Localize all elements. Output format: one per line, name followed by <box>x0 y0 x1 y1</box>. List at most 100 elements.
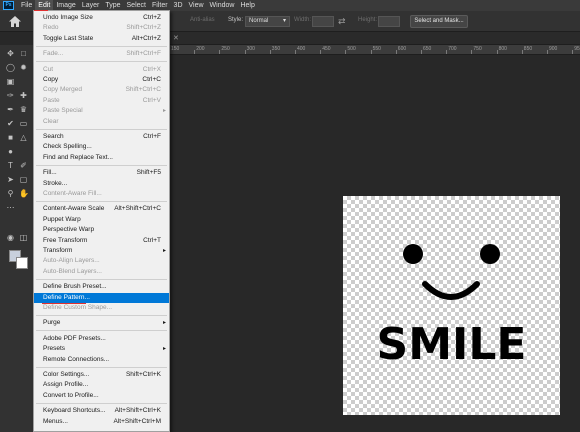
menu-help[interactable]: Help <box>237 0 257 11</box>
menu-item-label: Search <box>43 133 64 140</box>
ruler-tick-label: 650 <box>423 46 432 52</box>
blur-tool-icon[interactable]: △ <box>19 133 28 142</box>
ruler-tick-mark <box>572 50 574 54</box>
menu-separator <box>36 200 167 202</box>
menu-item-find-and-replace-text[interactable]: Find and Replace Text... <box>34 153 169 163</box>
document-canvas[interactable]: SMILE <box>343 196 560 415</box>
menu-item-undo-image-size[interactable]: Undo Image Size Ctrl+Z <box>34 13 169 23</box>
type-tool-icon[interactable]: T <box>6 161 15 170</box>
style-select[interactable]: Normal ▾ <box>245 16 290 27</box>
ruler-tick-mark <box>547 50 548 54</box>
crop-tool-icon[interactable]: ▣ <box>6 77 15 86</box>
brush-tool-icon[interactable]: ✒ <box>6 105 15 114</box>
style-label: Style: <box>228 17 244 23</box>
dodge-tool-icon[interactable]: ● <box>6 147 15 156</box>
menu-view[interactable]: View <box>186 0 207 11</box>
quick-mask-icon[interactable]: ◉ <box>6 233 15 242</box>
eyedropper-tool-icon[interactable]: ✑ <box>6 91 15 100</box>
quick-select-icon[interactable]: ✹ <box>19 63 28 72</box>
menu-item-search[interactable]: Search Ctrl+F <box>34 132 169 142</box>
ruler-tick-label: 600 <box>397 46 407 52</box>
menu-item-label: Toggle Last State <box>43 34 94 42</box>
home-icon[interactable] <box>8 15 22 28</box>
ruler-tick-label: 350 <box>271 46 281 52</box>
select-and-mask-button[interactable]: Select and Mask... <box>410 15 468 28</box>
menu-item-label: Undo Image Size <box>43 14 93 21</box>
menu-item-copy-merged: Copy Merged Shift+Ctrl+C <box>34 85 169 95</box>
gradient-tool-icon[interactable]: ■ <box>6 133 15 142</box>
menu-item-label: Content-Aware Fill... <box>43 190 102 197</box>
chevron-down-icon: ▾ <box>282 18 286 24</box>
menu-item-puppet-warp[interactable]: Puppet Warp <box>34 215 169 225</box>
menu-separator <box>36 402 167 404</box>
menu-item-label: Copy Merged <box>43 86 83 94</box>
menu-item-presets[interactable]: Presets ▸ <box>34 344 169 354</box>
menu-item-content-aware-scale[interactable]: Content-Aware Scale Alt+Shift+Ctrl+C <box>34 204 169 214</box>
menu-item-perspective-warp[interactable]: Perspective Warp <box>34 225 169 235</box>
zoom-tool-icon[interactable]: ⚲ <box>6 189 15 198</box>
menu-item-define-pattern[interactable]: Define Pattern... <box>34 292 169 303</box>
ruler-tick-mark <box>370 50 372 54</box>
stamp-tool-icon[interactable]: ♛ <box>19 105 28 114</box>
more-tools-icon[interactable]: ⋯ <box>6 203 15 212</box>
menu-item-shortcut: Alt+Shift+Ctrl+M <box>113 417 161 425</box>
menu-item-check-spelling[interactable]: Check Spelling... <box>34 142 169 152</box>
ruler-tick-mark <box>194 50 196 54</box>
history-brush-icon[interactable]: ✔ <box>6 119 15 128</box>
menu-item-shortcut: Shift+Ctrl+F <box>126 50 161 58</box>
menu-item-fade: Fade... Shift+Ctrl+F <box>34 49 169 59</box>
menu-item-remote-connections[interactable]: Remote Connections... <box>34 355 169 365</box>
menu-item-toggle-last-state[interactable]: Toggle Last State Alt+Ctrl+Z <box>34 34 169 44</box>
swap-icon[interactable]: ⇄ <box>338 16 348 26</box>
pen-tool-icon[interactable]: ✐ <box>19 161 28 170</box>
menu-item-fill[interactable]: Fill... Shift+F5 <box>34 168 169 178</box>
menu-item-menus[interactable]: Menus... Alt+Shift+Ctrl+M <box>34 417 169 427</box>
menu-item-assign-profile[interactable]: Assign Profile... <box>34 380 169 390</box>
ruler-tick-label: 550 <box>372 46 381 52</box>
menu-item-adobe-pdf-presets[interactable]: Adobe PDF Presets... <box>34 334 169 344</box>
submenu-arrow-icon: ▸ <box>162 320 166 327</box>
menu-3d[interactable]: 3D <box>171 0 186 11</box>
menu-item-purge[interactable]: Purge ▸ <box>34 318 169 328</box>
ruler-tick-label: 150 <box>171 46 180 52</box>
menu-item-color-settings[interactable]: Color Settings... Shift+Ctrl+K <box>34 370 169 380</box>
ruler-tick-mark <box>295 50 296 54</box>
menu-item-stroke[interactable]: Stroke... <box>34 179 169 189</box>
hand-tool-icon[interactable]: ✋ <box>19 189 29 198</box>
path-selection-icon[interactable]: ➤ <box>6 175 15 184</box>
submenu-arrow-icon: ▸ <box>162 248 166 254</box>
menu-item-label: Menus... <box>43 417 68 425</box>
menu-item-define-brush-preset[interactable]: Define Brush Preset... <box>34 282 169 292</box>
close-icon[interactable]: ✕ <box>173 34 179 42</box>
menu-item-label: Check Spelling... <box>43 143 92 151</box>
menu-separator <box>36 330 167 332</box>
menu-window[interactable]: Window <box>207 0 238 11</box>
ruler-tick-mark <box>269 50 271 54</box>
menu-item-free-transform[interactable]: Free Transform Ctrl+T <box>34 236 169 246</box>
width-field[interactable] <box>312 16 334 27</box>
background-color-swatch[interactable] <box>16 257 28 269</box>
ruler-tick-mark <box>421 50 422 54</box>
ruler-tick-label: 750 <box>473 46 482 52</box>
ruler-tick-mark <box>345 50 347 54</box>
marquee-tool-icon[interactable]: □ <box>19 49 28 58</box>
menu-item-copy[interactable]: Copy Ctrl+C <box>34 75 169 85</box>
ruler-tick-mark <box>521 50 523 54</box>
eraser-tool-icon[interactable]: ▭ <box>19 119 28 128</box>
move-tool-icon[interactable]: ✥ <box>6 49 15 58</box>
height-field[interactable] <box>378 16 400 27</box>
lasso-tool-icon[interactable]: ◯ <box>6 63 15 72</box>
ruler-tick-mark <box>219 50 221 54</box>
healing-brush-icon[interactable]: ✚ <box>19 91 28 100</box>
menu-item-auto-blend-layers: Auto-Blend Layers... <box>34 267 169 277</box>
menu-item-keyboard-shortcuts[interactable]: Keyboard Shortcuts... Alt+Shift+Ctrl+K <box>34 406 169 416</box>
menu-item-redo: Redo Shift+Ctrl+Z <box>34 23 169 33</box>
screen-mode-icon[interactable]: ◫ <box>19 233 28 242</box>
menu-item-convert-to-profile[interactable]: Convert to Profile... <box>34 391 169 401</box>
ruler-tick-mark <box>446 50 448 54</box>
shape-tool-icon[interactable]: ▢ <box>19 175 28 184</box>
ruler-tick-label: 250 <box>221 46 230 52</box>
menu-item-transform[interactable]: Transform ▸ <box>34 246 169 256</box>
menu-item-cut: Cut Ctrl+X <box>34 65 169 75</box>
smiley-face-graphic <box>403 244 500 300</box>
